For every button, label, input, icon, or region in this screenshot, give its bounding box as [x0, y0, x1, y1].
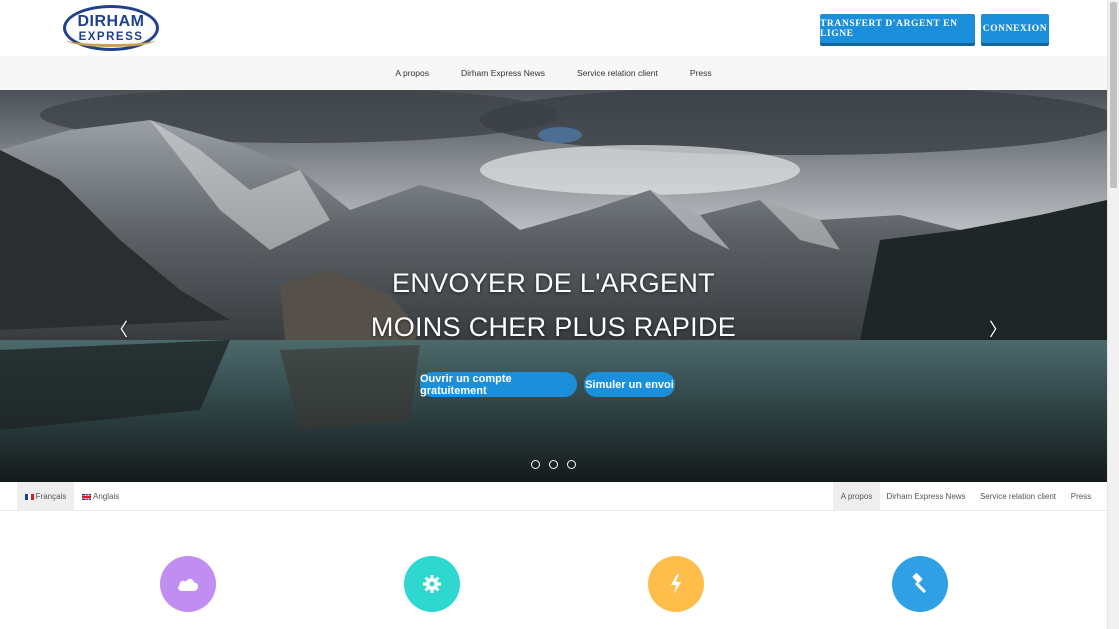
feature-gear	[404, 556, 460, 612]
footer-nav-news[interactable]: Dirham Express News	[883, 482, 969, 511]
uk-flag-icon	[82, 493, 91, 500]
top-nav-news[interactable]: Dirham Express News	[461, 68, 545, 78]
french-flag-icon	[24, 493, 34, 500]
hero-title-line2: MOINS CHER PLUS RAPIDE	[370, 312, 737, 342]
scrollbar-thumb[interactable]	[1110, 2, 1117, 188]
logo-text-express: EXPRESS	[78, 31, 144, 43]
hero-title-line1: ENVOYER DE L'ARGENT	[392, 268, 715, 298]
lightning-icon	[671, 574, 681, 594]
language-french-label: Français	[35, 492, 67, 501]
carousel-dot[interactable]	[531, 460, 540, 469]
logo-text-dirham: DIRHAM	[77, 13, 145, 30]
open-account-button[interactable]: Ouvrir un compte gratuitement	[420, 372, 577, 397]
top-nav-press[interactable]: Press	[690, 68, 712, 78]
dirham-express-logo[interactable]: DIRHAM EXPRESS	[63, 5, 159, 51]
hero-carousel: ENVOYER DE L'ARGENT MOINS CHER PLUS RAPI…	[0, 90, 1107, 482]
carousel-prev-arrow-icon[interactable]: 〈	[110, 316, 128, 342]
top-nav-about[interactable]: A propos	[395, 68, 429, 78]
carousel-dot[interactable]	[567, 460, 576, 469]
carousel-dot[interactable]	[549, 460, 558, 469]
language-english-label: Anglais	[93, 492, 120, 501]
footer-nav-customer-service[interactable]: Service relation client	[975, 482, 1061, 511]
language-english[interactable]: Anglais	[78, 482, 126, 511]
cloud-icon	[178, 578, 198, 591]
feature-gavel	[892, 556, 948, 612]
language-bar: Français Anglais A propos Dirham Express…	[0, 482, 1107, 511]
carousel-indicators	[531, 460, 576, 469]
gavel-icon	[912, 573, 926, 593]
gear-icon	[423, 575, 441, 593]
feature-cloud	[160, 556, 216, 612]
footer-nav-press[interactable]: Press	[1065, 482, 1097, 511]
language-french[interactable]: Français	[17, 482, 74, 511]
login-button[interactable]: CONNEXION	[981, 14, 1049, 43]
carousel-next-arrow-icon[interactable]: 〉	[989, 316, 1007, 342]
simulate-transfer-button[interactable]: Simuler un envoi	[584, 372, 675, 397]
feature-lightning	[648, 556, 704, 612]
online-transfer-button[interactable]: TRANSFERT D'ARGENT EN LIGNE	[820, 14, 975, 43]
footer-nav-about[interactable]: A propos	[833, 482, 880, 511]
site-header: DIRHAM EXPRESS TRANSFERT D'ARGENT EN LIG…	[0, 0, 1107, 56]
top-nav: A propos Dirham Express News Service rel…	[0, 56, 1107, 90]
page-scrollbar[interactable]	[1107, 0, 1119, 629]
top-nav-customer-service[interactable]: Service relation client	[577, 68, 658, 78]
